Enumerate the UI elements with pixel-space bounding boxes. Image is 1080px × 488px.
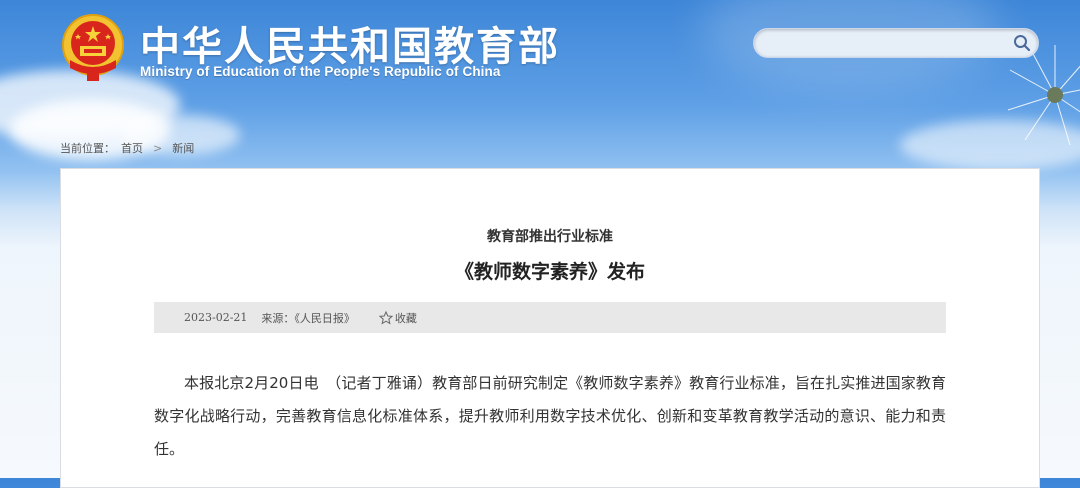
- article-meta-bar: 2023-02-21 来源：《人民日报》 收藏: [154, 302, 946, 333]
- article-date: 2023-02-21: [184, 311, 248, 324]
- national-emblem-icon: [62, 14, 124, 81]
- search-box: [753, 28, 1039, 58]
- search-icon[interactable]: [1012, 33, 1032, 53]
- article-source: 来源：《人民日报》: [261, 311, 355, 325]
- favorite-label: 收藏: [394, 311, 417, 325]
- breadcrumb-label: 当前位置：: [60, 142, 115, 155]
- search-input[interactable]: [766, 34, 1010, 54]
- article-card: 教育部推出行业标准 《教师数字素养》发布 2023-02-21 来源：《人民日报…: [60, 168, 1040, 488]
- star-icon: [378, 310, 393, 325]
- article-title: 《教师数字素养》发布: [454, 261, 645, 283]
- breadcrumb-current-link[interactable]: 新闻: [172, 142, 194, 155]
- breadcrumb: 当前位置： 首页 > 新闻: [60, 140, 194, 156]
- article-body: 本报北京2月20日电 （记者丁雅诵）教育部日前研究制定《教师数字素养》教育行业标…: [154, 374, 946, 458]
- article-subtitle: 教育部推出行业标准: [487, 229, 613, 245]
- breadcrumb-separator: >: [153, 142, 163, 155]
- site-title-en[interactable]: Ministry of Education of the People's Re…: [140, 64, 500, 79]
- breadcrumb-home-link[interactable]: 首页: [121, 142, 143, 155]
- favorite-button[interactable]: 收藏: [378, 310, 417, 326]
